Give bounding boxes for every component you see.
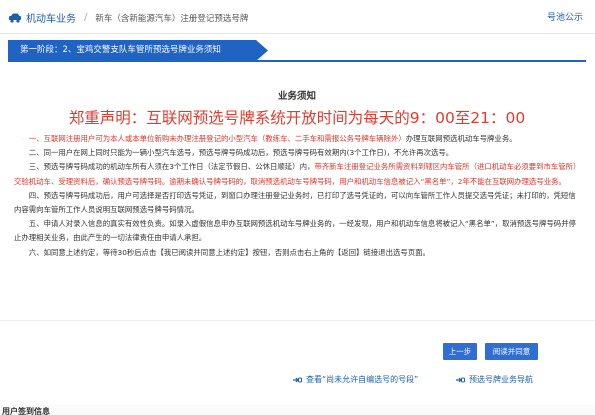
notice-panel: 业务须知 郑重声明：互联网预选号牌系统开放时间为每天的9：00至21：00 一、…	[8, 66, 586, 314]
footer-text: 用户签到信息	[2, 407, 50, 415]
top-bar: 机动车业务 / 新车（含新能源汽车）注册登记预选号牌 号池公示	[0, 0, 595, 34]
bottom-bar	[0, 405, 595, 415]
notice-paragraph-5: 五、申请人对录入信息的真实有效性负责。如录入虚假信息申办互联网预选机动车号牌业务…	[14, 219, 576, 243]
previous-step-button[interactable]: 上一步	[443, 343, 477, 360]
notice-paragraph-6: 六、如同意上述约定，等待30秒后点击【我已阅读并同意上述约定】按钮，否则点击右上…	[28, 247, 430, 257]
notice-paragraph-4: 四、预选号牌号码成功后，用户可选择是否打印选号凭证，到窗口办理注册登记业务时，已…	[14, 190, 576, 215]
business-navigation-label: 预选号牌业务导航	[469, 375, 533, 384]
view-restricted-segments-link[interactable]: 查看“尚未允许自编选号的号段”	[292, 374, 418, 385]
pointing-hand-icon	[293, 377, 302, 382]
declaration: 郑重声明：互联网预选号牌系统开放时间为每天的9：00至21：00	[68, 109, 526, 127]
notice-title: 业务须知	[277, 91, 316, 102]
read-and-agree-button[interactable]: 阅读并同意	[485, 343, 538, 360]
view-restricted-segments-label: 查看“尚未允许自编选号的号段”	[306, 375, 419, 384]
pointing-hand-icon	[456, 377, 465, 382]
car-icon	[9, 13, 21, 23]
stage-divider	[8, 60, 586, 62]
breadcrumb-current: 新车（含新能源汽车）注册登记预选号牌	[95, 13, 249, 24]
stage-banner: 第一阶段：2、宝鸡交警支队车管所预选号牌业务须知	[8, 40, 268, 61]
notice-paragraph-3: 三、预选号牌号码成功的机动车所有人须在3个工作日（法定节假日、公休日顺延）内，带…	[14, 162, 577, 186]
breadcrumb-separator: /	[84, 12, 88, 23]
notice-paragraph-2: 二、同一用户在网上同时只能为一辆小型汽车选号，预选号牌号码成功后，预选号牌号码有…	[28, 148, 454, 158]
notice-body: 一、互联网注册用户可为本人或本单位新购未办理注册登记的小型汽车（教练车、二手车和…	[14, 132, 580, 260]
breadcrumb: 机动车业务 / 新车（含新能源汽车）注册登记预选号牌	[8, 10, 248, 25]
breadcrumb-root[interactable]: 机动车业务	[26, 10, 76, 25]
business-navigation-link[interactable]: 预选号牌业务导航	[455, 374, 533, 385]
section-divider	[0, 320, 595, 321]
pool-notice-link[interactable]: 号池公示	[547, 10, 583, 23]
notice-paragraph-1: 一、互联网注册用户可为本人或本单位新购未办理注册登记的小型汽车（教练车、二手车和…	[28, 134, 517, 143]
